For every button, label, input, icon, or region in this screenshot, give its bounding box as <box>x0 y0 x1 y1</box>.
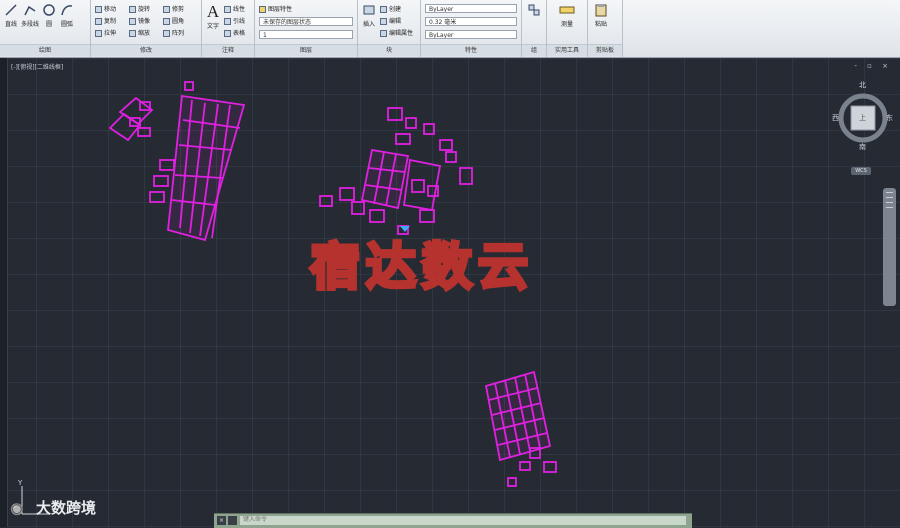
compass-east[interactable]: 东 <box>886 113 893 123</box>
watermark-text: 宿达数云 <box>310 238 534 296</box>
nav-pan-icon[interactable] <box>886 192 893 193</box>
platform-watermark: 🔘 大数跨境 <box>10 497 96 518</box>
viewcube[interactable]: 北 西 东 南 上 <box>832 80 893 152</box>
wcs-menu[interactable]: WCS <box>851 167 871 175</box>
building-cluster-west <box>108 81 246 242</box>
site-watermark: 宿达数云 <box>308 236 534 298</box>
ucs-y-label: Y <box>17 479 23 487</box>
platform-logo-icon: 🔘 <box>10 503 24 516</box>
navigation-bar[interactable] <box>883 188 896 306</box>
command-customize-icon[interactable] <box>228 516 237 525</box>
nav-zoom-icon[interactable] <box>886 197 893 198</box>
nav-orbit-icon[interactable] <box>886 202 893 203</box>
building-cluster-south <box>484 370 557 487</box>
command-input[interactable] <box>240 516 686 525</box>
platform-watermark-text: 大数跨境 <box>36 499 97 517</box>
viewcube-top-face[interactable]: 上 <box>859 113 866 123</box>
compass-north[interactable]: 北 <box>859 80 866 90</box>
compass-west[interactable]: 西 <box>832 113 839 123</box>
nav-showmotion-icon[interactable] <box>886 207 893 208</box>
close-command-line-icon[interactable]: × <box>217 516 226 525</box>
compass-south[interactable]: 南 <box>859 142 866 152</box>
command-line: × <box>214 513 692 528</box>
